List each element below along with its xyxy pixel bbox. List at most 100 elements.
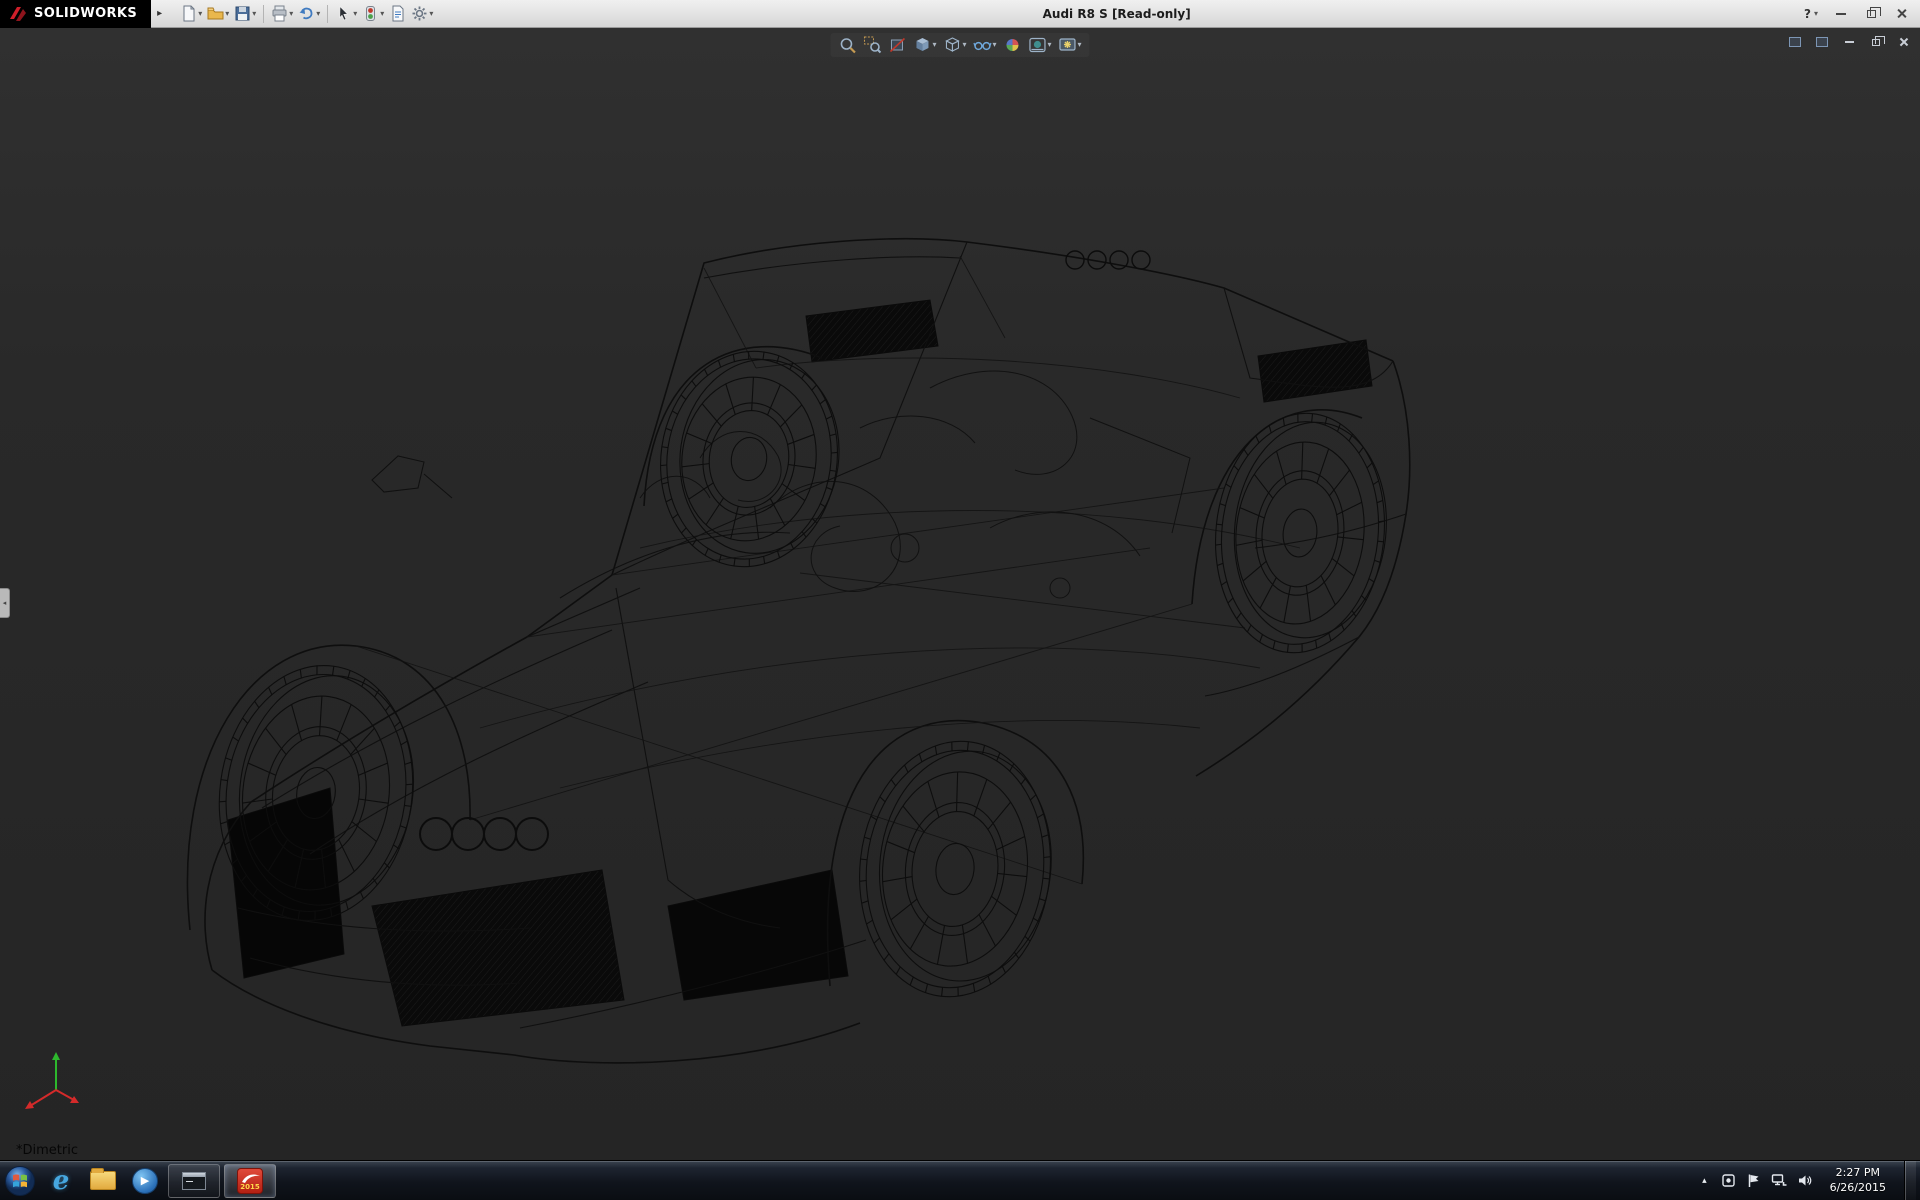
featuremanager-expand-tab[interactable]: ◂ [0, 588, 10, 618]
undo-button[interactable]: ▾ [296, 3, 322, 24]
options-icon [411, 5, 428, 22]
clock-time: 2:27 PM [1830, 1166, 1886, 1181]
clock-date: 6/26/2015 [1830, 1181, 1886, 1196]
doc-minimize-button[interactable] [1840, 34, 1858, 50]
internet-explorer-button[interactable]: e [40, 1161, 82, 1200]
system-tray: ▴ [1698, 1161, 1920, 1200]
minimize-button[interactable] [1828, 4, 1854, 24]
apply-scene-button[interactable]: ▾ [1027, 35, 1054, 55]
rebuild-icon [362, 5, 379, 22]
document-title: Audi R8 S [Read-only] [435, 7, 1798, 21]
dropdown-caret[interactable]: ▾ [1078, 41, 1082, 49]
titlebar-controls: ? ▾ [1798, 4, 1920, 24]
dropdown-caret[interactable]: ▾ [1048, 41, 1052, 49]
doc-close-icon [1898, 37, 1908, 47]
solidworks-taskbar-button[interactable]: 2015 [224, 1164, 276, 1198]
zoom-to-fit-icon [838, 36, 856, 54]
model-wireframe [0, 28, 1920, 1160]
windows-explorer-button[interactable] [82, 1161, 124, 1200]
open-icon [207, 5, 224, 22]
graphics-viewport[interactable]: ▾ ▾ ▾ [0, 28, 1920, 1160]
command-prompt-taskbar-button[interactable] [168, 1164, 220, 1198]
undo-icon [298, 5, 315, 22]
doc-close-button[interactable] [1894, 34, 1912, 50]
close-button[interactable] [1888, 4, 1914, 24]
command-prompt-icon [182, 1172, 206, 1190]
dropdown-caret[interactable]: ▾ [316, 10, 320, 18]
close-icon [1896, 8, 1907, 19]
pane-toggle-icon [1789, 37, 1801, 47]
zoom-to-area-icon [863, 36, 881, 54]
display-style-button[interactable]: ▾ [941, 35, 968, 55]
dropdown-caret[interactable]: ▾ [932, 41, 936, 49]
doc-restore-button[interactable] [1867, 34, 1885, 50]
zoom-to-area-button[interactable] [861, 35, 883, 55]
minimize-icon [1836, 13, 1846, 15]
view-orientation-label: *Dimetric [16, 1143, 78, 1158]
dropdown-caret[interactable]: ▾ [225, 10, 229, 18]
solidworks-logo: SOLIDWORKS [0, 0, 151, 28]
hide-show-items-icon [973, 36, 991, 54]
dropdown-caret[interactable]: ▾ [962, 41, 966, 49]
volume-button[interactable] [1797, 1173, 1812, 1188]
print-icon [271, 5, 288, 22]
save-button[interactable]: ▾ [232, 3, 258, 24]
doc-restore-icon [1872, 39, 1880, 46]
solidworks-year-badge: 2015 [240, 1184, 259, 1193]
solidworks-logo-icon [8, 5, 28, 23]
action-center-flag-icon [1746, 1173, 1761, 1188]
save-icon [234, 5, 251, 22]
dropdown-caret[interactable]: ▾ [289, 10, 293, 18]
dropdown-caret[interactable]: ▾ [429, 10, 433, 18]
rebuild-button[interactable]: ▾ [360, 3, 386, 24]
document-window-controls [1786, 34, 1912, 50]
taskbar: e ▶ 2015 ▴ [0, 1160, 1920, 1200]
menu-flyout-arrow[interactable]: ▸ [151, 8, 168, 19]
new-document-button[interactable]: ▾ [178, 3, 204, 24]
dropdown-caret: ▾ [1814, 10, 1818, 18]
view-orientation-button[interactable]: ▾ [911, 35, 938, 55]
titlebar: SOLIDWORKS ▸ ▾ ▾ ▾ [0, 0, 1920, 28]
zoom-to-fit-button[interactable] [836, 35, 858, 55]
restore-icon [1867, 10, 1876, 18]
edit-appearance-button[interactable] [1002, 35, 1024, 55]
internet-explorer-icon: e [53, 1168, 70, 1194]
start-button[interactable] [0, 1161, 40, 1200]
volume-icon [1797, 1173, 1812, 1188]
options-button[interactable]: ▾ [409, 3, 435, 24]
toolbar-separator [263, 5, 264, 23]
view-settings-button[interactable]: ▾ [1057, 35, 1084, 55]
toolbar-separator [327, 5, 328, 23]
help-label: ? [1804, 7, 1811, 21]
dropdown-caret[interactable]: ▾ [353, 10, 357, 18]
dropdown-caret[interactable]: ▾ [992, 41, 996, 49]
task-pane-toggle[interactable] [1813, 34, 1831, 50]
featuremanager-pane-toggle[interactable] [1786, 34, 1804, 50]
show-desktop-button[interactable] [1904, 1161, 1916, 1200]
solidworks-app-icon: 2015 [237, 1168, 263, 1194]
restore-button[interactable] [1858, 4, 1884, 24]
dropdown-caret[interactable]: ▾ [380, 10, 384, 18]
folder-icon [90, 1171, 116, 1190]
quick-access-toolbar: ▾ ▾ ▾ ▾ [178, 3, 435, 24]
dropdown-caret[interactable]: ▾ [198, 10, 202, 18]
file-properties-icon [389, 5, 406, 22]
help-button[interactable]: ? ▾ [1798, 7, 1824, 21]
solidworks-window: SOLIDWORKS ▸ ▾ ▾ ▾ [0, 0, 1920, 1200]
print-button[interactable]: ▾ [269, 3, 295, 24]
hide-show-items-button[interactable]: ▾ [971, 35, 998, 55]
section-view-button[interactable] [886, 35, 908, 55]
action-center-button[interactable] [1746, 1173, 1761, 1188]
file-properties-button[interactable] [387, 3, 408, 24]
select-button[interactable]: ▾ [333, 3, 359, 24]
show-hidden-icons-button[interactable]: ▴ [1698, 1172, 1711, 1190]
dropdown-caret[interactable]: ▾ [252, 10, 256, 18]
play-icon: ▶ [141, 1174, 149, 1187]
tray-app-button[interactable] [1721, 1173, 1736, 1188]
section-view-icon [888, 36, 906, 54]
tray-app-icon [1721, 1173, 1736, 1188]
taskbar-clock[interactable]: 2:27 PM 6/26/2015 [1822, 1166, 1894, 1196]
media-player-button[interactable]: ▶ [124, 1161, 166, 1200]
open-button[interactable]: ▾ [205, 3, 231, 24]
network-button[interactable] [1771, 1173, 1787, 1188]
